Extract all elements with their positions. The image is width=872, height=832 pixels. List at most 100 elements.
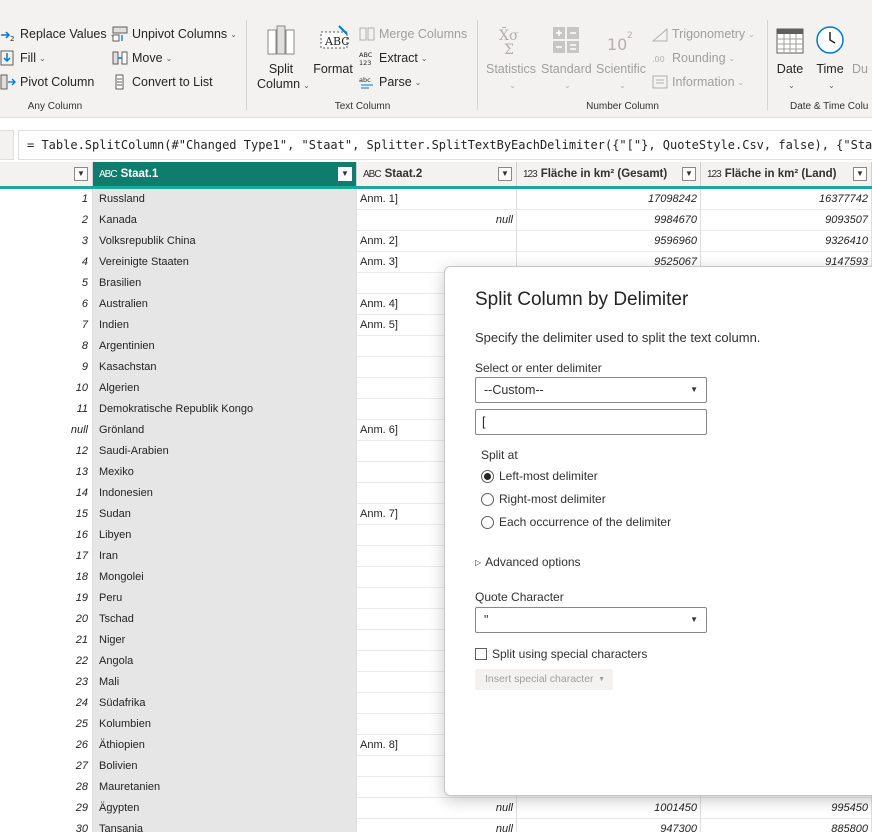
flaeche-land-cell[interactable]: 16377742 [701,189,872,210]
split-right-most-radio[interactable]: Right-most delimiter [481,490,606,508]
format-button[interactable]: ABC Format [309,20,357,104]
row-number-cell[interactable]: 27 [0,756,93,777]
convert-to-list-button[interactable]: Convert to List [112,72,213,92]
row-number-cell[interactable]: 2 [0,210,93,231]
column-header-flaeche-gesamt[interactable]: 123 Fläche in km² (Gesamt) ▼ [517,162,701,187]
staat-1-cell[interactable]: Tansania [93,819,357,832]
row-number-cell[interactable]: 28 [0,777,93,798]
staat-2-cell[interactable]: null [357,819,517,832]
row-number-cell[interactable]: 16 [0,525,93,546]
delimiter-select[interactable]: --Custom-- ▼ [475,377,707,403]
split-each-occurrence-radio[interactable]: Each occurrence of the delimiter [481,513,671,531]
row-number-cell[interactable]: 29 [0,798,93,819]
special-characters-checkbox[interactable]: Split using special characters [475,647,647,661]
text-type-icon[interactable]: ABC [363,163,382,187]
row-number-cell[interactable]: 12 [0,441,93,462]
staat-1-cell[interactable]: Ägypten [93,798,357,819]
text-type-icon[interactable]: ABC [99,163,118,187]
staat-2-cell[interactable]: Anm. 1] [357,189,517,210]
staat-1-cell[interactable]: Kanada [93,210,357,231]
extract-button[interactable]: ABC 123 Extract ⌄ [359,48,428,68]
staat-1-cell[interactable]: Mauretanien [93,777,357,798]
row-number-cell[interactable]: 25 [0,714,93,735]
staat-1-cell[interactable]: Demokratische Republik Kongo [93,399,357,420]
row-number-cell[interactable]: 22 [0,651,93,672]
filter-dropdown-icon[interactable]: ▼ [498,167,512,181]
information-button[interactable]: Information ⌄ [652,72,744,92]
row-number-cell[interactable]: 9 [0,357,93,378]
split-left-most-radio[interactable]: Left-most delimiter [481,467,598,485]
row-number-cell[interactable]: 1 [0,189,93,210]
staat-1-cell[interactable]: Indonesien [93,483,357,504]
row-number-cell[interactable]: 17 [0,546,93,567]
staat-1-cell[interactable]: Grönland [93,420,357,441]
filter-dropdown-icon[interactable]: ▼ [853,167,867,181]
row-number-cell[interactable]: 4 [0,252,93,273]
radio-button[interactable] [481,492,494,506]
quote-character-select[interactable]: " ▼ [475,607,707,633]
staat-1-cell[interactable]: Kolumbien [93,714,357,735]
flaeche-land-cell[interactable]: 995450 [701,798,872,819]
radio-button[interactable] [481,469,494,483]
row-number-cell[interactable]: 7 [0,315,93,336]
flaeche-land-cell[interactable]: 885800 [701,819,872,832]
column-header-staat-1[interactable]: ABC Staat.1 ▼ [93,162,357,187]
flaeche-gesamt-cell[interactable]: 947300 [517,819,701,832]
filter-dropdown-icon[interactable]: ▼ [682,167,696,181]
staat-1-cell[interactable]: Libyen [93,525,357,546]
insert-special-character-button[interactable]: Insert special character ▼ [475,669,613,690]
staat-1-cell[interactable]: Tschad [93,609,357,630]
chevron-down-icon[interactable]: ▼ [74,167,88,181]
row-number-cell[interactable]: 21 [0,630,93,651]
number-type-icon[interactable]: 123 [523,163,538,187]
staat-1-cell[interactable]: Saudi-Arabien [93,441,357,462]
formula-bar-toggle[interactable] [0,130,14,160]
flaeche-gesamt-cell[interactable]: 1001450 [517,798,701,819]
row-number-cell[interactable]: 13 [0,462,93,483]
merge-columns-button[interactable]: Merge Columns [359,24,467,44]
split-column-button[interactable]: Split Column ⌄ [257,20,310,104]
standard-button[interactable]: Standard ⌄ [541,20,592,104]
unpivot-columns-button[interactable]: Unpivot Columns ⌄ [112,24,237,44]
fill-button[interactable]: Fill ⌄ [0,48,46,68]
duration-button[interactable]: Du [852,20,872,104]
flaeche-land-cell[interactable]: 9326410 [701,231,872,252]
filter-dropdown-icon[interactable]: ▼ [338,167,352,181]
time-button[interactable]: Time ⌄ [810,20,850,104]
advanced-options-toggle[interactable]: ▷ Advanced options [475,555,581,569]
flaeche-gesamt-cell[interactable]: 9596960 [517,231,701,252]
staat-1-cell[interactable]: Volksrepublik China [93,231,357,252]
staat-2-cell[interactable]: Anm. 2] [357,231,517,252]
flaeche-gesamt-cell[interactable]: 9984670 [517,210,701,231]
staat-1-cell[interactable]: Argentinien [93,336,357,357]
staat-1-cell[interactable]: Angola [93,651,357,672]
row-number-cell[interactable]: 18 [0,567,93,588]
staat-1-cell[interactable]: Vereinigte Staaten [93,252,357,273]
date-button[interactable]: Date ⌄ [770,20,810,104]
row-number-cell[interactable]: 3 [0,231,93,252]
checkbox[interactable] [475,648,487,660]
staat-1-cell[interactable]: Mexiko [93,462,357,483]
row-number-cell[interactable]: 23 [0,672,93,693]
staat-1-cell[interactable]: Brasilien [93,273,357,294]
parse-button[interactable]: abc Parse ⌄ [359,72,421,92]
staat-1-cell[interactable]: Bolivien [93,756,357,777]
pivot-column-button[interactable]: Pivot Column [0,72,94,92]
scientific-button[interactable]: 10 2 Scientific ⌄ [595,20,647,104]
number-type-icon[interactable]: 123 [707,163,722,187]
flaeche-land-cell[interactable]: 9093507 [701,210,872,231]
staat-1-cell[interactable]: Russland [93,189,357,210]
row-number-cell[interactable]: 8 [0,336,93,357]
statistics-button[interactable]: X̄σ Σ Statistics ⌄ [485,20,537,104]
move-button[interactable]: Move ⌄ [112,48,172,68]
staat-1-cell[interactable]: Südafrika [93,693,357,714]
staat-1-cell[interactable]: Australien [93,294,357,315]
staat-1-cell[interactable]: Algerien [93,378,357,399]
staat-1-cell[interactable]: Peru [93,588,357,609]
flaeche-gesamt-cell[interactable]: 17098242 [517,189,701,210]
staat-2-cell[interactable]: null [357,798,517,819]
row-number-cell[interactable]: 11 [0,399,93,420]
row-number-cell[interactable]: null [0,420,93,441]
row-number-cell[interactable]: 6 [0,294,93,315]
staat-1-cell[interactable]: Indien [93,315,357,336]
